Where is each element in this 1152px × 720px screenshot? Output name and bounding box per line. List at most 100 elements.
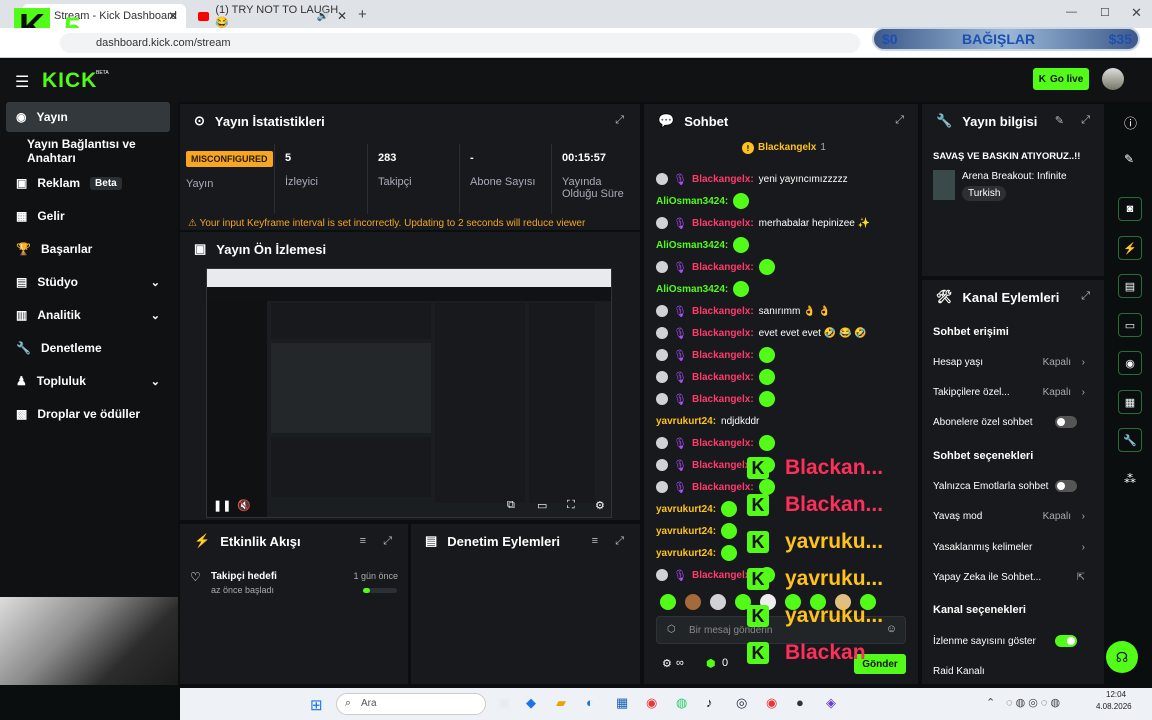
chat-message[interactable]: yavrukurt24:: [656, 523, 738, 539]
game-name[interactable]: Arena Breakout: Infinite: [962, 171, 1067, 182]
rail-layout-button[interactable]: ▦: [1118, 390, 1142, 414]
chat-message[interactable]: 🎙 Blackangelx: evet evet evet 🤣 😂 🤣: [656, 325, 867, 341]
chat-username[interactable]: Blackangelx:: [692, 482, 754, 493]
chat-message[interactable]: 🎙 Blackangelx:: [656, 479, 775, 495]
folder-icon[interactable]: ▰: [556, 695, 566, 711]
filter-icon[interactable]: ≡: [592, 535, 598, 547]
go-live-button[interactable]: K Go live: [1033, 68, 1089, 90]
sidebar-item-basarilar[interactable]: 🏆 Başarılar: [6, 234, 170, 264]
pip-icon[interactable]: ⧉: [507, 499, 515, 512]
speaker-icon[interactable]: 🔊: [317, 11, 329, 22]
sidebar-item-gelir[interactable]: ▦ Gelir: [6, 201, 170, 231]
banned-words-setting[interactable]: Yasaklanmış kelimeler ›: [933, 537, 1093, 557]
browser-tab-youtube[interactable]: (1) TRY NOT TO LAUGH 😂 🔊 ✕: [190, 4, 355, 29]
sidebar-item-reklam[interactable]: ▣ Reklam Beta: [6, 168, 170, 198]
emote-icon[interactable]: [710, 594, 726, 610]
url-field[interactable]: dashboard.kick.com/stream: [60, 33, 860, 53]
chat-message[interactable]: 🎙 Blackangelx:: [656, 435, 775, 451]
expand-icon[interactable]: ⤢: [895, 114, 904, 127]
kick-logo[interactable]: KICK: [42, 69, 97, 93]
task-view-icon[interactable]: ▣: [498, 695, 510, 711]
chat-message[interactable]: 🎙 Blackangelx: merhabalar hepinizee ✨: [656, 215, 870, 231]
raid-setting[interactable]: Raid Kanalı: [933, 661, 1093, 681]
hamburger-menu-icon[interactable]: ☰: [15, 72, 29, 92]
close-icon[interactable]: ✕: [337, 9, 347, 23]
chrome-active-icon[interactable]: ◉: [766, 695, 777, 711]
chat-username[interactable]: Blackangelx:: [692, 306, 754, 317]
windows-start-icon[interactable]: ⊞: [310, 696, 323, 714]
chat-message[interactable]: 🎙 Blackangelx:: [656, 259, 775, 275]
sidebar-item-stream-key[interactable]: Yayın Bağlantısı ve Anahtarı: [6, 136, 170, 166]
chat-username[interactable]: Blackangelx:: [692, 394, 754, 405]
chat-message[interactable]: AliOsman3424:: [656, 237, 750, 253]
chat-message[interactable]: 🎙 Blackangelx: sanırımm 👌 👌: [656, 303, 831, 319]
filter-icon[interactable]: ≡: [360, 535, 366, 547]
chat-username[interactable]: Blackangelx:: [692, 262, 754, 273]
chat-message[interactable]: yavrukurt24:: [656, 545, 738, 561]
chat-username[interactable]: Blackangelx:: [692, 460, 754, 471]
chat-message[interactable]: 🎙 Blackangelx:: [656, 391, 775, 407]
sidebar-item-denetleme[interactable]: 🔧 Denetleme: [6, 333, 170, 363]
info-icon[interactable]: ⓘ: [1124, 113, 1137, 132]
chrome-icon[interactable]: ◉: [646, 695, 657, 711]
emote-icon[interactable]: [685, 594, 701, 610]
minimize-icon[interactable]: —: [1066, 6, 1077, 18]
rail-chat-button[interactable]: ▭: [1118, 313, 1142, 337]
subs-only-setting[interactable]: Abonelere özel sohbet: [933, 412, 1093, 432]
chat-username[interactable]: AliOsman3424:: [656, 196, 728, 207]
app-purple-icon[interactable]: ◈: [826, 695, 836, 711]
connections-icon[interactable]: ⁂: [1124, 472, 1136, 486]
chat-username[interactable]: yavrukurt24:: [656, 504, 716, 515]
ai-chat-setting[interactable]: Yapay Zeka ile Sohbet... ⇱: [933, 567, 1093, 587]
chat-username[interactable]: AliOsman3424:: [656, 284, 728, 295]
theater-icon[interactable]: ▭: [537, 499, 547, 512]
chat-username[interactable]: Blackangelx:: [692, 372, 754, 383]
new-tab-icon[interactable]: +: [358, 6, 367, 23]
app-icon[interactable]: ◆: [526, 695, 536, 711]
chat-username[interactable]: yavrukurt24:: [656, 526, 716, 537]
chat-username[interactable]: AliOsman3424:: [656, 240, 728, 251]
maximize-icon[interactable]: ☐: [1100, 6, 1110, 19]
chat-message[interactable]: 🎙 Blackangelx:: [656, 347, 775, 363]
settings-icon[interactable]: ⚙: [595, 499, 605, 512]
chat-username[interactable]: Blackangelx:: [692, 350, 754, 361]
chat-username[interactable]: Blackangelx:: [692, 328, 754, 339]
emoji-icon[interactable]: ☺: [886, 623, 897, 635]
sidebar-item-droplar[interactable]: ▩ Droplar ve ödüller: [6, 399, 170, 429]
fullscreen-icon[interactable]: ⛶: [567, 499, 575, 512]
emote-only-setting[interactable]: Yalnızca Emotlarla sohbet: [933, 476, 1093, 496]
rail-doc-button[interactable]: ▤: [1118, 274, 1142, 298]
tray-icons[interactable]: ◌ ◍ ◎ ◌ ◍: [1006, 696, 1060, 709]
chat-username[interactable]: Blackangelx:: [692, 174, 754, 185]
close-icon[interactable]: ✕: [168, 9, 178, 23]
chat-username[interactable]: yavrukurt24:: [656, 416, 716, 427]
chat-username[interactable]: Blackangelx:: [692, 570, 754, 581]
expand-icon[interactable]: ⤢: [1081, 114, 1090, 127]
chat-message[interactable]: AliOsman3424:: [656, 281, 750, 297]
taskbar-search[interactable]: ⌕ Ara: [336, 693, 486, 715]
toggle-switch[interactable]: [1055, 480, 1077, 492]
whatsapp-icon[interactable]: ◍: [676, 695, 687, 711]
window-close-icon[interactable]: ✕: [1131, 5, 1142, 21]
obs-icon[interactable]: ●: [796, 695, 804, 710]
avatar[interactable]: [1102, 68, 1124, 90]
sidebar-item-topluluk[interactable]: ♟ Topluluk ⌄: [6, 366, 170, 396]
chat-username[interactable]: yavrukurt24:: [656, 548, 716, 559]
account-age-setting[interactable]: Hesap yaşı Kapalı ›: [933, 352, 1093, 372]
chat-message[interactable]: yavrukurt24:: [656, 501, 738, 517]
help-chat-button[interactable]: ☊: [1106, 641, 1138, 673]
chat-message[interactable]: yavrukurt24: ndjdkddr: [656, 413, 759, 429]
show-viewers-setting[interactable]: İzlenme sayısını göster: [933, 631, 1093, 651]
steam-icon[interactable]: ◎: [736, 695, 747, 711]
rail-camera-button[interactable]: ◙: [1118, 197, 1142, 221]
rail-bolt-button[interactable]: ⚡: [1118, 236, 1142, 260]
link-icon[interactable]: ∞: [676, 657, 684, 669]
followers-only-setting[interactable]: Takipçilere özel... Kapalı ›: [933, 382, 1093, 402]
rail-tools-button[interactable]: 🔧: [1118, 428, 1142, 452]
tray-chevron-icon[interactable]: ⌃: [986, 696, 995, 709]
edit-icon[interactable]: ✎: [1055, 114, 1064, 127]
sidebar-item-studyo[interactable]: ▤ Stüdyo ⌄: [6, 267, 170, 297]
toggle-switch[interactable]: [1055, 416, 1077, 428]
store-icon[interactable]: ▦: [616, 695, 628, 711]
chat-username[interactable]: Blackangelx:: [692, 438, 754, 449]
